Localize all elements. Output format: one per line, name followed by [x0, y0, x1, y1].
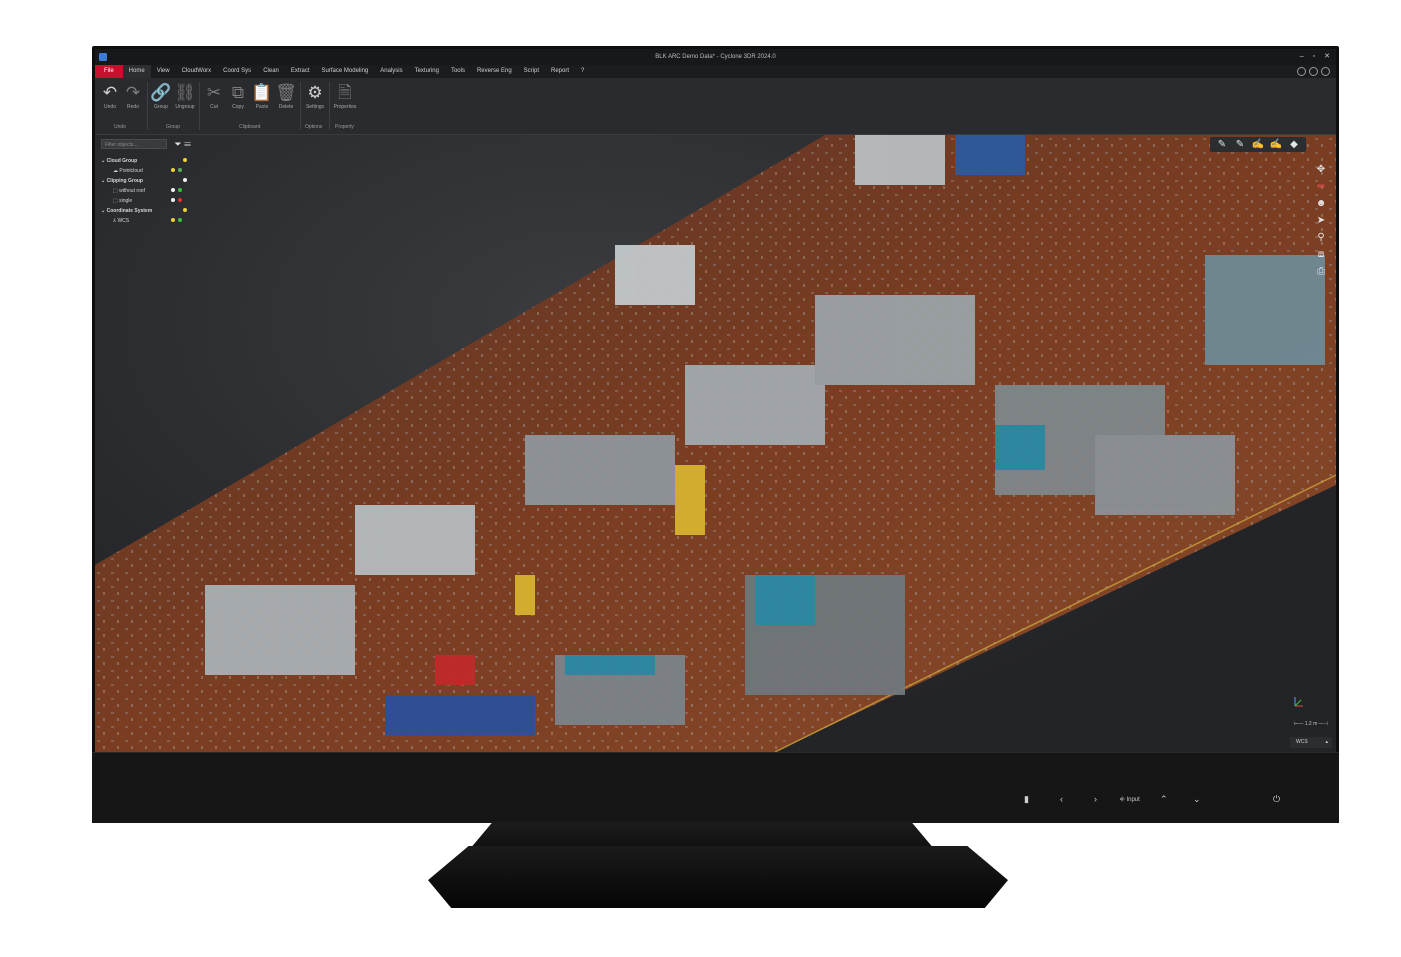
monitor-left-icon[interactable]: ‹	[1060, 794, 1063, 804]
settings-button[interactable]: ⚙ Settings	[303, 82, 327, 110]
notification-icon[interactable]	[1297, 67, 1306, 76]
camera-icon[interactable]: ⎙	[1314, 265, 1328, 279]
group-label-property: Property	[335, 124, 354, 130]
eraser-icon[interactable]: ◆	[1287, 139, 1301, 150]
object-tree-panel: Filter objects... ⏷ ☰ ⌄ Cloud Group ☁ Po…	[101, 139, 201, 226]
menu-file[interactable]: File	[95, 65, 123, 78]
view-mode-toolbar: ✎ ✎ ✍ ✍ ◆	[1210, 137, 1306, 152]
tree-item-wcs[interactable]: ⅄ WCS	[101, 216, 201, 226]
lasso-add-icon[interactable]: ✎	[1215, 139, 1229, 150]
menu-clean[interactable]: Clean	[257, 65, 285, 78]
close-icon[interactable]: ✕	[1324, 49, 1330, 65]
group-label-group: Group	[166, 124, 180, 130]
monitor-bezel	[92, 752, 1339, 823]
menu-tools[interactable]: Tools	[445, 65, 471, 78]
cut-button[interactable]: ✂ Cut	[202, 82, 226, 110]
undo-icon: ↶	[102, 83, 118, 102]
menu-analysis[interactable]: Analysis	[374, 65, 408, 78]
3d-viewport[interactable]: Filter objects... ⏷ ☰ ⌄ Cloud Group ☁ Po…	[95, 135, 1336, 752]
chevron-up-icon: ▴	[1325, 739, 1328, 745]
tree-item-cloud-group[interactable]: ⌄ Cloud Group	[101, 156, 201, 166]
cube-view-icon[interactable]: ⧈	[1314, 248, 1328, 262]
person-view-icon[interactable]: ☻	[1314, 197, 1328, 211]
tree-item-coordinate-system[interactable]: ⌄ Coordinate System	[101, 206, 201, 216]
account-icon[interactable]	[1309, 67, 1318, 76]
menu-view[interactable]: View	[151, 65, 176, 78]
group-label-undo: Undo	[114, 124, 126, 130]
lasso-remove-icon[interactable]: ✎	[1233, 139, 1247, 150]
maximize-icon[interactable]: ▫	[1313, 49, 1315, 65]
tree-item-without-roof[interactable]: ⬚ without roof	[101, 186, 201, 196]
ungroup-button[interactable]: ⛓ Ungroup	[173, 82, 197, 110]
coordinate-system-selector[interactable]: WCS ▴	[1290, 737, 1332, 748]
link-icon: 🔗	[150, 83, 172, 102]
menu-report[interactable]: Report	[545, 65, 575, 78]
monitor-power-icon[interactable]: ⏻	[1273, 794, 1280, 805]
ribbon: ↶ Undo ↷ Redo 🔗 Group ⛓ Ungroup ✂ Cut ⧉ Copy 📋…	[95, 78, 1336, 135]
fit-view-icon[interactable]: ⇹	[1314, 180, 1328, 194]
properties-button[interactable]: 🗎 Properties	[333, 82, 357, 110]
filter-objects-input[interactable]: Filter objects...	[101, 139, 167, 149]
scissors-icon: ✂	[206, 83, 222, 102]
fly-icon[interactable]: ➤	[1314, 214, 1328, 228]
monitor-menu-icon[interactable]: ▮	[1024, 794, 1029, 805]
menu-bar: File Home View CloudWorx Coord Sys Clean…	[95, 65, 1336, 78]
monitor-right-icon[interactable]: ›	[1094, 794, 1097, 804]
list-menu-icon[interactable]: ☰	[184, 139, 191, 149]
menu-script[interactable]: Script	[518, 65, 545, 78]
minimize-icon[interactable]: –	[1300, 49, 1304, 65]
group-button[interactable]: 🔗 Group	[149, 82, 173, 110]
menu-help[interactable]: ?	[575, 65, 590, 78]
tree-item-single[interactable]: ⬚ single	[101, 196, 201, 206]
pan-icon[interactable]: ✥	[1314, 163, 1328, 177]
walk-icon[interactable]: ⚲	[1314, 231, 1328, 245]
monitor-input-button[interactable]: ⎆ Input	[1120, 797, 1140, 804]
monitor-stand	[428, 846, 1008, 908]
select-outside-icon[interactable]: ✍	[1269, 139, 1283, 150]
select-inside-icon[interactable]: ✍	[1251, 139, 1265, 150]
axis-triad-icon	[1294, 697, 1303, 707]
menu-surface-modeling[interactable]: Surface Modeling	[316, 65, 375, 78]
menu-reverse-eng[interactable]: Reverse Eng	[471, 65, 518, 78]
group-label-clipboard: Clipboard	[239, 124, 261, 130]
menu-extract[interactable]: Extract	[285, 65, 316, 78]
group-label-options: Options	[305, 124, 323, 130]
copy-button[interactable]: ⧉ Copy	[226, 82, 250, 110]
trash-icon: 🗑	[275, 83, 297, 102]
delete-button[interactable]: 🗑 Delete	[274, 82, 298, 110]
navigation-toolbar: ✥ ⇹ ☻ ➤ ⚲ ⧈ ⎙	[1314, 163, 1328, 279]
help-icon[interactable]	[1321, 67, 1330, 76]
tree-item-pointcloud[interactable]: ☁ Pointcloud	[101, 166, 201, 176]
document-icon: 🗎	[338, 83, 352, 102]
monitor-up-icon[interactable]: ⌃	[1160, 794, 1168, 805]
filter-icon[interactable]: ⏷	[174, 139, 181, 149]
paste-button[interactable]: 📋 Paste	[250, 82, 274, 110]
point-cloud-scene	[95, 135, 1336, 752]
menu-texturing[interactable]: Texturing	[409, 65, 445, 78]
application-window: BLK ARC Demo Data* - Cyclone 3DR 2024.0 …	[95, 49, 1336, 752]
unlink-icon: ⛓	[174, 83, 196, 102]
title-bar: BLK ARC Demo Data* - Cyclone 3DR 2024.0 …	[95, 49, 1336, 65]
redo-button[interactable]: ↷ Redo	[121, 82, 145, 110]
copy-icon: ⧉	[231, 83, 245, 102]
tree-item-clipping-group[interactable]: ⌄ Clipping Group	[101, 176, 201, 186]
window-title: BLK ARC Demo Data* - Cyclone 3DR 2024.0	[655, 54, 776, 60]
menu-coord-sys[interactable]: Coord Sys	[217, 65, 257, 78]
undo-button[interactable]: ↶ Undo	[98, 82, 122, 110]
gears-icon: ⚙	[307, 83, 323, 102]
menu-cloudworx[interactable]: CloudWorx	[176, 65, 218, 78]
scale-bar: ⊢— 1.2 m —⊣	[1293, 721, 1328, 727]
menu-home[interactable]: Home	[122, 65, 151, 78]
monitor-down-icon[interactable]: ⌄	[1193, 794, 1201, 805]
paste-icon: 📋	[251, 83, 273, 102]
redo-icon: ↷	[125, 83, 141, 102]
top-right-tools	[1297, 67, 1330, 76]
